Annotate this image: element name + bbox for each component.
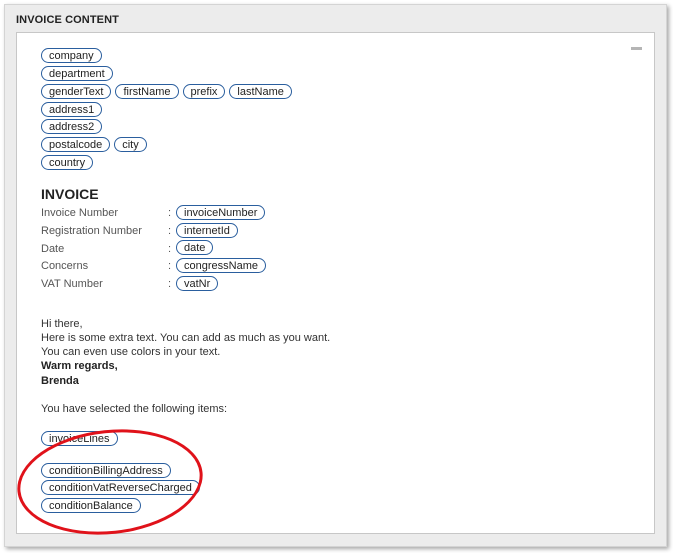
placeholder-country[interactable]: country [41, 155, 94, 170]
collapse-icon[interactable] [631, 47, 642, 50]
placeholder-address2[interactable]: address2 [41, 119, 103, 134]
placeholder-last-name[interactable]: lastName [229, 84, 292, 99]
message-line: Here is some extra text. You can add as … [41, 332, 331, 344]
placeholder-prefix[interactable]: prefix [182, 84, 226, 99]
invoice-content-frame: INVOICE CONTENT company department gende… [4, 4, 667, 547]
placeholder-condition-billing-address[interactable]: conditionBillingAddress [41, 463, 171, 478]
placeholder-date[interactable]: date [176, 240, 214, 255]
field-colon: : [168, 260, 172, 272]
address-row-company: company [41, 48, 102, 64]
address-row-name: genderText firstName prefix lastName [41, 84, 292, 100]
address-row-country: country [41, 155, 94, 171]
address-row-address1: address1 [41, 102, 103, 118]
field-colon: : [168, 278, 172, 290]
items-row-condition: conditionVatReverseCharged [41, 480, 200, 496]
invoice-heading: INVOICE [41, 186, 99, 202]
address-row-address2: address2 [41, 119, 103, 135]
message-items-intro: You have selected the following items: [41, 403, 228, 415]
address-row-department: department [41, 66, 113, 82]
placeholder-company[interactable]: company [41, 48, 102, 63]
placeholder-gender-text[interactable]: genderText [41, 84, 112, 99]
placeholder-condition-vat-reverse-charged[interactable]: conditionVatReverseCharged [41, 480, 200, 495]
field-colon: : [168, 207, 172, 219]
field-colon: : [168, 225, 172, 237]
field-label-registration-number: Registration Number [41, 225, 142, 237]
field-label-invoice-number: Invoice Number [41, 207, 119, 219]
frame-title: INVOICE CONTENT [16, 14, 119, 26]
items-row-condition: conditionBillingAddress [41, 463, 171, 479]
field-label-vat-number: VAT Number [41, 278, 103, 290]
placeholder-first-name[interactable]: firstName [115, 84, 179, 99]
placeholder-congress-name[interactable]: congressName [176, 258, 266, 273]
field-label-date: Date [41, 243, 65, 255]
message-line: You can even use colors in your text. [41, 346, 221, 358]
message-closing: Warm regards, [41, 360, 118, 372]
placeholder-address1[interactable]: address1 [41, 102, 103, 117]
placeholder-internet-id[interactable]: internetId [176, 223, 238, 238]
placeholder-postalcode[interactable]: postalcode [41, 137, 111, 152]
items-row-invoice-lines: invoiceLines [41, 431, 118, 447]
placeholder-invoice-lines[interactable]: invoiceLines [41, 431, 118, 446]
field-label-concerns: Concerns [41, 260, 89, 272]
placeholder-invoice-number[interactable]: invoiceNumber [176, 205, 266, 220]
message-greeting: Hi there, [41, 318, 83, 330]
address-row-postal: postalcode city [41, 137, 147, 153]
placeholder-department[interactable]: department [41, 66, 113, 81]
items-row-condition: conditionBalance [41, 498, 141, 514]
message-signature: Brenda [41, 375, 79, 387]
invoice-content-panel: company department genderText firstName pr… [16, 32, 655, 534]
placeholder-condition-balance[interactable]: conditionBalance [41, 498, 141, 513]
placeholder-vat-nr[interactable]: vatNr [176, 276, 219, 291]
placeholder-city[interactable]: city [114, 137, 147, 152]
field-colon: : [168, 243, 172, 255]
